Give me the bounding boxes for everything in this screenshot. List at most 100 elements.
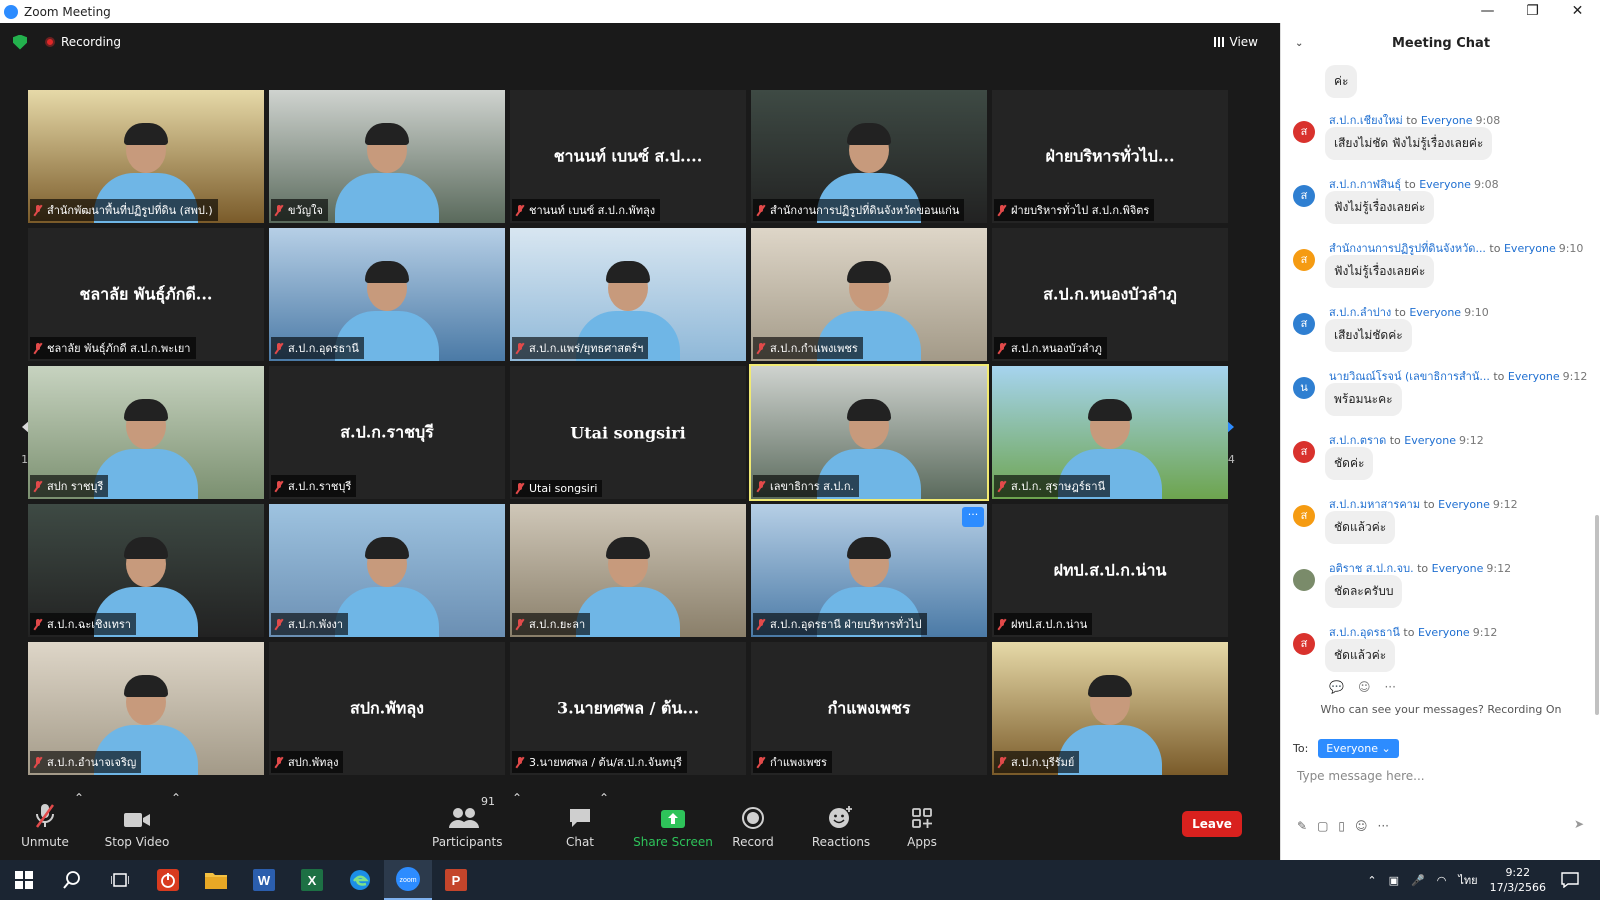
recipient-name: Everyone (1431, 562, 1484, 575)
task-view-button[interactable] (96, 860, 144, 900)
participant-tile[interactable]: ฝทป.ส.ป.ก.น่าน ฝทป.ส.ป.ก.น่าน (992, 504, 1228, 637)
chevron-down-icon: ⌄ (1381, 742, 1391, 755)
sender-name[interactable]: สำนักงานการปฏิรูปที่ดินจังหวัด... (1329, 242, 1486, 255)
minimize-button[interactable]: — (1465, 0, 1510, 23)
send-icon[interactable]: ➤ (1574, 817, 1584, 831)
leave-button[interactable]: Leave (1182, 811, 1242, 837)
share-screen-button[interactable]: Share Screen (630, 791, 716, 860)
chat-button[interactable]: Chat (555, 791, 605, 860)
taskbar-zoom[interactable]: zoom (384, 860, 432, 900)
chat-scrollbar[interactable] (1593, 63, 1600, 715)
sender-name[interactable]: ส.ป.ก.กาฬสินธุ์ (1329, 178, 1401, 191)
participant-tile[interactable]: สปก ราชบุรี (28, 366, 264, 499)
participant-tile[interactable]: ส.ป.ก.หนองบัวลำภู ส.ป.ก.หนองบัวลำภู (992, 228, 1228, 361)
participant-tile[interactable]: ··· ส.ป.ก.อุดรธานี ฝ่ายบริหารทั่วไป (751, 504, 987, 637)
recipient-dropdown[interactable]: Everyone ⌄ (1318, 739, 1399, 758)
scroll-thumb[interactable] (1595, 515, 1599, 715)
sender-name[interactable]: ส.ป.ก.มหาสารคาม (1329, 498, 1420, 511)
participant-tile[interactable]: เลขาธิการ ส.ป.ก. (749, 364, 989, 501)
screenshot-icon[interactable]: ▢ (1317, 819, 1328, 833)
recording-indicator[interactable]: Recording (45, 35, 121, 49)
participant-tile[interactable]: สปก.พัทลุง สปก.พัทลุง (269, 642, 505, 775)
participants-button[interactable]: 91 Participants (432, 791, 503, 860)
video-options-chevron-icon[interactable]: ⌃ (171, 791, 181, 860)
chat-message-input[interactable]: Type message here... (1297, 769, 1425, 783)
participant-name-label: กำแพงเพชร (753, 751, 832, 773)
participant-tile[interactable]: ส.ป.ก. สุราษฎร์ธานี (992, 366, 1228, 499)
wifi-icon[interactable]: ◠ (1437, 874, 1447, 887)
participant-name: สปก ราชบุรี (47, 480, 104, 493)
emoji-icon[interactable]: ☺ (1355, 819, 1368, 833)
view-button[interactable]: View (1213, 35, 1258, 49)
participant-tile[interactable]: สำนักงานการปฏิรูปที่ดินจังหวัดขอนแก่น (751, 90, 987, 223)
participant-tile[interactable]: ส.ป.ก.อุดรธานี (269, 228, 505, 361)
mic-muted-icon (516, 483, 524, 494)
participant-name: ส.ป.ก.อำนาจเจริญ (47, 756, 137, 769)
chat-messages[interactable]: ค่ะ สส.ป.ก.เชียงใหม่ to Everyone 9:08 เสีย… (1281, 63, 1593, 703)
format-icon[interactable]: ✎ (1297, 819, 1307, 833)
input-language[interactable]: ไทย (1458, 871, 1477, 889)
participant-tile[interactable]: ฝ่ายบริหารทั่วไป... ฝ่ายบริหารทั่วไป ส.ป.… (992, 90, 1228, 223)
participant-tile[interactable]: ส.ป.ก.ราชบุรี ส.ป.ก.ราชบุรี (269, 366, 505, 499)
start-button[interactable] (0, 860, 48, 900)
add-reaction-icon[interactable]: ☺ (1358, 680, 1371, 694)
taskbar-edge[interactable] (336, 860, 384, 900)
participant-tile[interactable]: ส.ป.ก.ยะลา (510, 504, 746, 637)
participant-tile[interactable]: ส.ป.ก.อำนาจเจริญ (28, 642, 264, 775)
sender-name[interactable]: ส.ป.ก.ตราด (1329, 434, 1386, 447)
taskbar-powerpoint[interactable]: P (432, 860, 480, 900)
stop-video-button[interactable]: Stop Video (102, 791, 172, 860)
clock[interactable]: 9:22 17/3/2566 (1490, 865, 1546, 895)
taskbar-app-power[interactable] (144, 860, 192, 900)
participant-tile[interactable]: 3.นายทศพล / ต้น... 3.นายทศพล / ต้น/ส.ป.ก.… (510, 642, 746, 775)
close-button[interactable]: ✕ (1555, 0, 1600, 23)
title-bar: Zoom Meeting — ❐ ✕ (0, 0, 1600, 23)
participant-tile[interactable]: ส.ป.ก.แพร่/ยุทธศาสตร์ฯ (510, 228, 746, 361)
sender-name[interactable]: ส.ป.ก.ลำปาง (1329, 306, 1391, 319)
unmute-button[interactable]: Unmute (20, 791, 70, 860)
taskbar-excel[interactable]: X (288, 860, 336, 900)
show-hidden-icons-chevron-icon[interactable]: ⌃ (1367, 874, 1376, 887)
who-can-see-link[interactable]: Who can see your messages? Recording On (1281, 703, 1600, 716)
camera-icon[interactable]: ▣ (1389, 874, 1399, 887)
more-icon[interactable]: ··· (1378, 819, 1389, 833)
participant-tile[interactable]: ส.ป.ก.บุรีรัมย์ (992, 642, 1228, 775)
participant-tile[interactable]: ส.ป.ก.กำแพงเพชร (751, 228, 987, 361)
taskbar-file-explorer[interactable] (192, 860, 240, 900)
to-label: To: (1293, 742, 1309, 755)
participant-tile[interactable]: ชลาลัย พันธุ์ภักดี... ชลาลัย พันธุ์ภักดี … (28, 228, 264, 361)
sender-name[interactable]: นายวิณณ์โรจน์ (เลขาธิการสำนั... (1329, 370, 1490, 383)
sender-name[interactable]: ส.ป.ก.เชียงใหม่ (1329, 114, 1403, 127)
reactions-button[interactable]: Reactions (806, 791, 876, 860)
microphone-icon[interactable]: 🎤 (1411, 874, 1425, 887)
sender-name[interactable]: ส.ป.ก.อุดรธานี (1329, 626, 1400, 639)
zoom-app-label: zoom (399, 877, 416, 884)
chevron-down-icon[interactable]: ⌄ (1295, 23, 1303, 65)
more-options-button[interactable]: ··· (962, 507, 984, 527)
audio-options-chevron-icon[interactable]: ⌃ (74, 791, 84, 860)
participants-options-chevron-icon[interactable]: ⌃ (512, 791, 522, 860)
participant-tile[interactable]: Utai songsiri Utai songsiri (510, 366, 746, 499)
record-button[interactable]: Record (728, 791, 778, 860)
participant-tile[interactable]: สำนักพัฒนาพื้นที่ปฏิรูปที่ดิน (สพป.) (28, 90, 264, 223)
participant-tile[interactable]: ส.ป.ก.ฉะเชิงเทรา (28, 504, 264, 637)
more-icon[interactable]: ··· (1384, 680, 1395, 694)
notifications-button[interactable] (1546, 860, 1594, 900)
reply-icon[interactable]: 💬 (1329, 680, 1344, 694)
encryption-shield-icon[interactable] (13, 34, 27, 50)
message-text: ชัดละครับบ (1325, 575, 1403, 608)
sender-name[interactable]: อติราช ส.ป.ก.จบ. (1329, 562, 1414, 575)
participant-tile[interactable]: ชานนท์ เบนซ์ ส.ป.... ชานนท์ เบนซ์ ส.ป.ก.พ… (510, 90, 746, 223)
participant-tile[interactable]: ส.ป.ก.พังงา (269, 504, 505, 637)
participant-tile[interactable]: กำแพงเพชร กำแพงเพชร (751, 642, 987, 775)
taskbar-word[interactable]: W (240, 860, 288, 900)
chat-options-chevron-icon[interactable]: ⌃ (599, 791, 609, 860)
participant-name: ส.ป.ก.อุดรธานี (288, 342, 359, 355)
file-icon[interactable]: ▯ (1338, 819, 1345, 833)
restore-button[interactable]: ❐ (1510, 0, 1555, 23)
participant-name: ส.ป.ก.อุดรธานี ฝ่ายบริหารทั่วไป (770, 618, 922, 631)
participant-tile[interactable]: ขวัญใจ (269, 90, 505, 223)
record-icon (728, 799, 778, 829)
apps-button[interactable]: Apps (902, 791, 942, 860)
search-button[interactable] (48, 860, 96, 900)
